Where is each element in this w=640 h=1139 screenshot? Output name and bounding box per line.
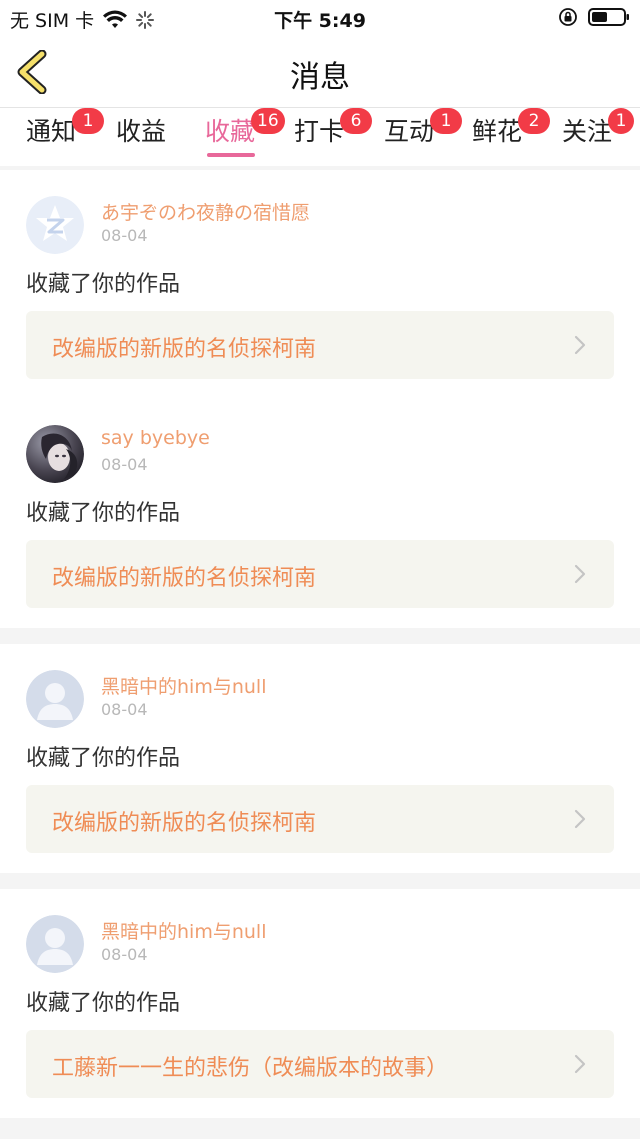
work-link[interactable]: 工藤新一一生的悲伤（改编版本的故事）	[26, 1030, 614, 1098]
status-right	[558, 7, 630, 27]
notification-card: say byebye 08-04 收藏了你的作品 改编版的新版的名侦探柯南	[0, 399, 640, 628]
work-title: 工藤新一一生的悲伤（改编版本的故事）	[52, 1056, 449, 1081]
tab-checkin[interactable]: 打卡 6	[294, 108, 372, 164]
tab-interactions[interactable]: 互动 1	[384, 108, 462, 164]
qq-default-avatar-icon	[26, 196, 84, 254]
default-person-avatar-icon	[26, 915, 84, 973]
work-link[interactable]: 改编版的新版的名侦探柯南	[26, 785, 614, 853]
chevron-right-icon	[574, 335, 586, 355]
tab-badge: 6	[340, 108, 372, 134]
tab-label: 通知	[26, 117, 77, 146]
notification-card: 黑暗中的him与null 08-04 收藏了你的作品 工藤新一一生的悲伤（改编版…	[0, 889, 640, 1118]
work-link[interactable]: 改编版的新版的名侦探柯南	[26, 540, 614, 608]
chevron-right-icon	[574, 564, 586, 584]
username[interactable]: say byebye	[101, 427, 210, 449]
timestamp: 08-04	[101, 226, 148, 245]
work-link[interactable]: 改编版的新版的名侦探柯南	[26, 311, 614, 379]
avatar[interactable]	[26, 670, 84, 728]
battery-icon	[588, 8, 629, 26]
action-text: 收藏了你的作品	[26, 501, 181, 526]
tab-earnings[interactable]: 收益	[116, 116, 166, 164]
tab-favorites[interactable]: 收藏 16	[205, 108, 285, 164]
timestamp: 08-04	[101, 945, 148, 964]
tab-flowers[interactable]: 鲜花 2	[472, 108, 550, 164]
photo-avatar-icon	[26, 425, 84, 483]
default-person-avatar-icon	[26, 670, 84, 728]
chevron-right-icon	[574, 1054, 586, 1074]
tab-notifications[interactable]: 通知 1	[26, 108, 104, 164]
status-time: 下午 5:49	[274, 10, 366, 32]
username[interactable]: 黑暗中的him与null	[101, 917, 266, 944]
work-title: 改编版的新版的名侦探柯南	[52, 337, 317, 362]
chevron-right-icon	[574, 809, 586, 829]
notification-card: 黑暗中的him与null 08-04 收藏了你的作品 改编版的新版的名侦探柯南	[0, 644, 640, 873]
action-text: 收藏了你的作品	[26, 991, 181, 1016]
tab-badge: 1	[72, 108, 104, 134]
tab-label: 互动	[384, 117, 435, 146]
tab-following[interactable]: 关注 1	[562, 108, 634, 164]
work-title: 改编版的新版的名侦探柯南	[52, 811, 317, 836]
timestamp: 08-04	[101, 700, 148, 719]
avatar[interactable]	[26, 915, 84, 973]
tab-badge: 16	[251, 108, 285, 134]
tab-label: 打卡	[294, 117, 345, 146]
page-title: 消息	[290, 60, 350, 95]
tab-label: 关注	[562, 117, 613, 146]
nav-bar: 消息	[0, 36, 640, 108]
active-tab-indicator	[207, 153, 255, 157]
tab-badge: 1	[430, 108, 462, 134]
action-text: 收藏了你的作品	[26, 272, 181, 297]
tab-badge: 2	[518, 108, 550, 134]
work-title: 改编版的新版的名侦探柯南	[52, 566, 317, 591]
notification-card: あ宇ぞのわ夜静の宿惜愿 08-04 收藏了你的作品 改编版的新版的名侦探柯南	[0, 170, 640, 399]
action-text: 收藏了你的作品	[26, 746, 181, 771]
tab-badge: 1	[608, 108, 634, 134]
tab-label: 鲜花	[472, 117, 523, 146]
orientation-lock-icon	[559, 8, 577, 26]
username[interactable]: あ宇ぞのわ夜静の宿惜愿	[101, 198, 310, 225]
username[interactable]: 黑暗中的him与null	[101, 672, 266, 699]
tabs-bar: 通知 1 收益 收藏 16 打卡 6 互动 1 鲜花 2 关注 1	[0, 108, 640, 166]
tab-label: 收藏	[205, 117, 256, 146]
avatar[interactable]	[26, 425, 84, 483]
avatar[interactable]	[26, 196, 84, 254]
timestamp: 08-04	[101, 455, 148, 474]
tab-label: 收益	[116, 117, 167, 146]
status-bar: 无 SIM 卡 下午 5:49	[0, 0, 640, 36]
